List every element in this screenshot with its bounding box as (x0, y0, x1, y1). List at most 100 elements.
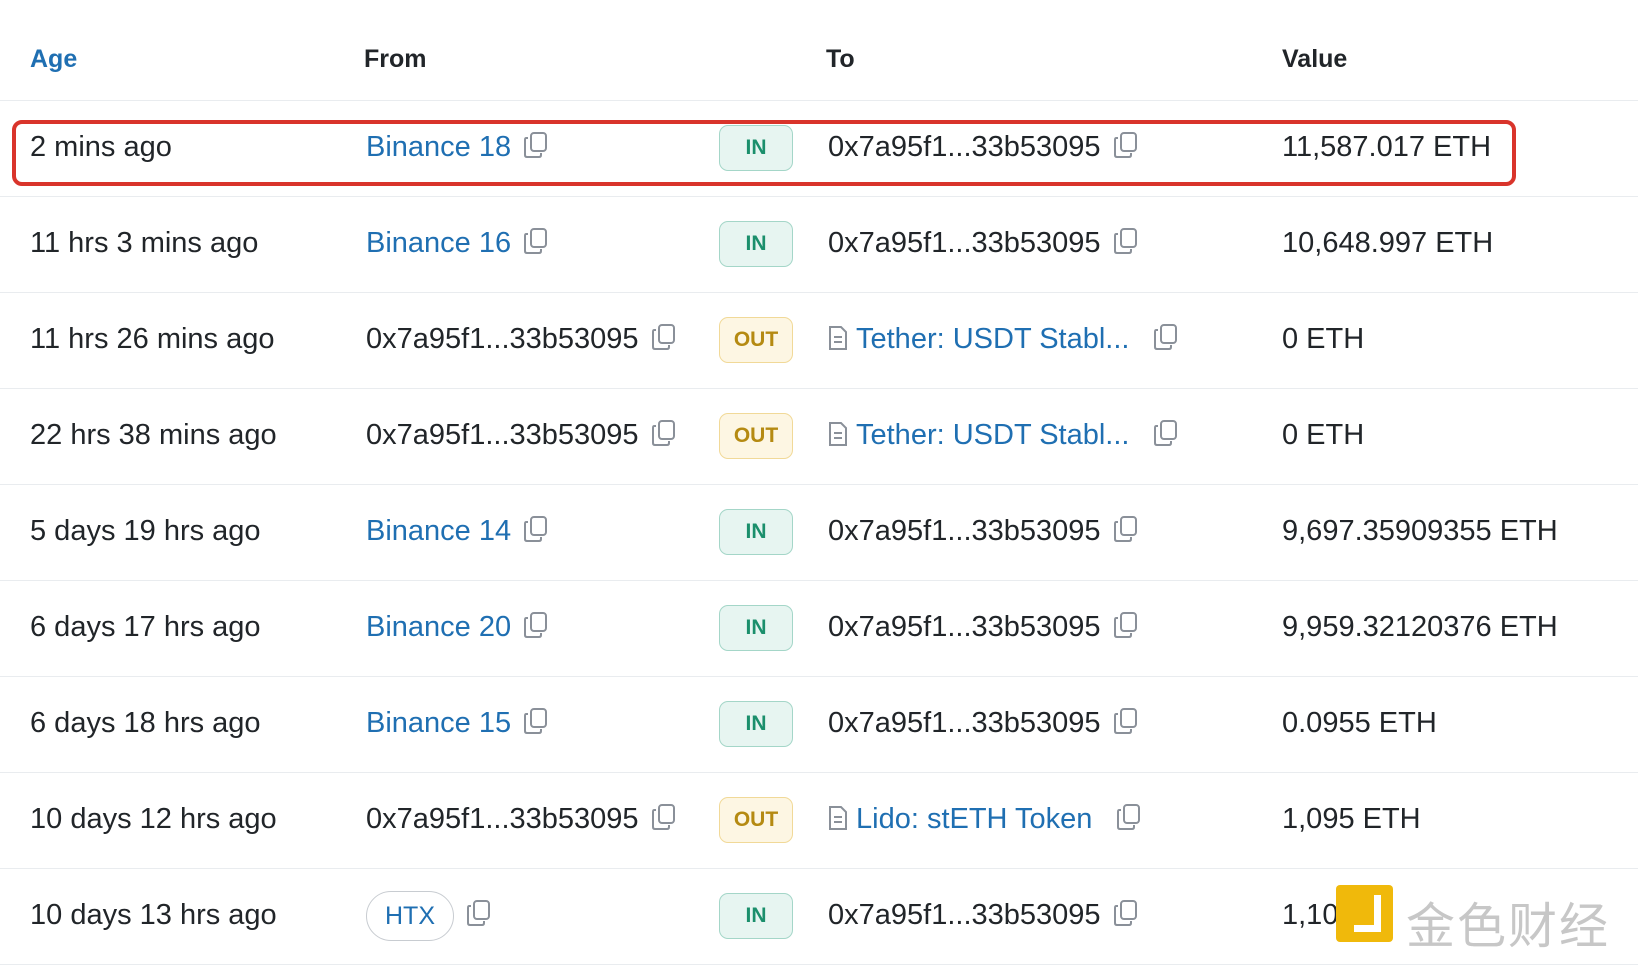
value-cell: 0 ETH (1282, 419, 1365, 451)
table-row: 11 hrs 26 mins ago 0x7a95f1...33b53095 OUT… (0, 293, 1638, 389)
from-address[interactable]: 0x7a95f1...33b53095 (366, 323, 639, 355)
table-row: 10 days 13 hrs ago HTX IN 0x7a95f1...33b530… (0, 869, 1638, 965)
table-header: Age From To Value (0, 0, 1638, 101)
value-cell: 11,587.017 ETH (1282, 131, 1492, 163)
copy-icon[interactable] (651, 323, 677, 351)
copy-icon[interactable] (523, 131, 549, 159)
copy-icon[interactable] (1113, 515, 1139, 543)
from-cell: 0x7a95f1...33b53095 (366, 418, 677, 452)
to-link[interactable]: Tether: USDT Stabl... (856, 419, 1129, 451)
to-address[interactable]: 0x7a95f1...33b53095 (828, 515, 1101, 547)
copy-icon[interactable] (1113, 227, 1139, 255)
from-cell: Binance 20 (366, 610, 549, 644)
value-cell: 0 ETH (1282, 323, 1365, 355)
from-cell: Binance 18 (366, 130, 549, 164)
to-cell: Tether: USDT Stabl... (828, 418, 1179, 452)
from-cell: HTX (366, 891, 492, 941)
age-cell: 11 hrs 26 mins ago (30, 323, 275, 355)
to-link[interactable]: Lido: stETH Token (856, 803, 1092, 835)
to-cell: Tether: USDT Stabl... (828, 322, 1179, 356)
to-address[interactable]: 0x7a95f1...33b53095 (828, 227, 1101, 259)
age-cell: 2 mins ago (30, 131, 172, 163)
table-row: 6 days 18 hrs ago Binance 15 IN 0x7a95f1...… (0, 677, 1638, 773)
from-link[interactable]: Binance 14 (366, 515, 511, 547)
copy-icon[interactable] (1113, 707, 1139, 735)
value-cell: 1,095 ETH (1282, 803, 1421, 835)
table-row: 6 days 17 hrs ago Binance 20 IN 0x7a95f1...… (0, 581, 1638, 677)
to-cell: 0x7a95f1...33b53095 (828, 898, 1139, 932)
direction-badge: OUT (719, 317, 793, 363)
table-row: 10 days 12 hrs ago 0x7a95f1...33b53095 OUT… (0, 773, 1638, 869)
from-cell: Binance 15 (366, 706, 549, 740)
copy-icon[interactable] (523, 707, 549, 735)
to-cell: 0x7a95f1...33b53095 (828, 706, 1139, 740)
column-header-value: Value (1282, 45, 1348, 73)
age-cell: 6 days 17 hrs ago (30, 611, 261, 643)
direction-badge: IN (719, 701, 793, 747)
from-cell: Binance 14 (366, 514, 549, 548)
from-cell: 0x7a95f1...33b53095 (366, 322, 677, 356)
age-cell: 5 days 19 hrs ago (30, 515, 261, 547)
copy-icon[interactable] (1153, 323, 1179, 351)
from-address[interactable]: 0x7a95f1...33b53095 (366, 419, 639, 451)
direction-badge: IN (719, 893, 793, 939)
copy-icon[interactable] (1113, 131, 1139, 159)
copy-icon[interactable] (1153, 419, 1179, 447)
copy-icon[interactable] (466, 899, 492, 927)
from-link[interactable]: Binance 15 (366, 707, 511, 739)
to-address[interactable]: 0x7a95f1...33b53095 (828, 611, 1101, 643)
from-link[interactable]: Binance 16 (366, 227, 511, 259)
from-cell: 0x7a95f1...33b53095 (366, 802, 677, 836)
contract-icon (828, 421, 848, 447)
table-row: 2 mins ago Binance 18 IN 0x7a95f1...33b5309… (0, 101, 1638, 197)
contract-icon (828, 325, 848, 351)
age-cell: 10 days 12 hrs ago (30, 803, 277, 835)
direction-badge: IN (719, 221, 793, 267)
value-cell: 9,959.32120376 ETH (1282, 611, 1558, 643)
to-cell: 0x7a95f1...33b53095 (828, 130, 1139, 164)
copy-icon[interactable] (651, 803, 677, 831)
to-address[interactable]: 0x7a95f1...33b53095 (828, 707, 1101, 739)
value-cell: 0.0955 ETH (1282, 707, 1437, 739)
age-cell: 10 days 13 hrs ago (30, 899, 277, 931)
direction-badge: OUT (719, 413, 793, 459)
value-cell: 9,697.35909355 ETH (1282, 515, 1558, 547)
copy-icon[interactable] (523, 611, 549, 639)
direction-badge: IN (719, 605, 793, 651)
age-cell: 6 days 18 hrs ago (30, 707, 261, 739)
column-header-age[interactable]: Age (30, 45, 77, 74)
transactions-table: Age From To Value 2 mins ago Binance 18 IN… (0, 0, 1638, 965)
from-link[interactable]: Binance 18 (366, 131, 511, 163)
age-cell: 22 hrs 38 mins ago (30, 419, 277, 451)
to-cell: Lido: stETH Token (828, 802, 1142, 836)
to-cell: 0x7a95f1...33b53095 (828, 610, 1139, 644)
from-tag[interactable]: HTX (366, 891, 454, 941)
contract-icon (828, 805, 848, 831)
from-link[interactable]: Binance 20 (366, 611, 511, 643)
to-link[interactable]: Tether: USDT Stabl... (856, 323, 1129, 355)
to-cell: 0x7a95f1...33b53095 (828, 514, 1139, 548)
copy-icon[interactable] (651, 419, 677, 447)
table-row: 5 days 19 hrs ago Binance 14 IN 0x7a95f1...… (0, 485, 1638, 581)
table-row: 11 hrs 3 mins ago Binance 16 IN 0x7a95f1...… (0, 197, 1638, 293)
copy-icon[interactable] (1113, 611, 1139, 639)
to-address[interactable]: 0x7a95f1...33b53095 (828, 899, 1101, 931)
table-body: 2 mins ago Binance 18 IN 0x7a95f1...33b5309… (0, 101, 1638, 965)
direction-badge: OUT (719, 797, 793, 843)
to-address[interactable]: 0x7a95f1...33b53095 (828, 131, 1101, 163)
value-cell: 10,648.997 ETH (1282, 227, 1494, 259)
from-cell: Binance 16 (366, 226, 549, 260)
age-cell: 11 hrs 3 mins ago (30, 227, 259, 259)
from-address[interactable]: 0x7a95f1...33b53095 (366, 803, 639, 835)
copy-icon[interactable] (1113, 899, 1139, 927)
direction-badge: IN (719, 125, 793, 171)
to-cell: 0x7a95f1...33b53095 (828, 226, 1139, 260)
copy-icon[interactable] (523, 227, 549, 255)
table-row: 22 hrs 38 mins ago 0x7a95f1...33b53095 OUT… (0, 389, 1638, 485)
direction-badge: IN (719, 509, 793, 555)
column-header-from: From (364, 45, 427, 73)
value-cell: 1,10... (1282, 899, 1363, 931)
copy-icon[interactable] (1116, 803, 1142, 831)
column-header-to: To (826, 45, 855, 73)
copy-icon[interactable] (523, 515, 549, 543)
